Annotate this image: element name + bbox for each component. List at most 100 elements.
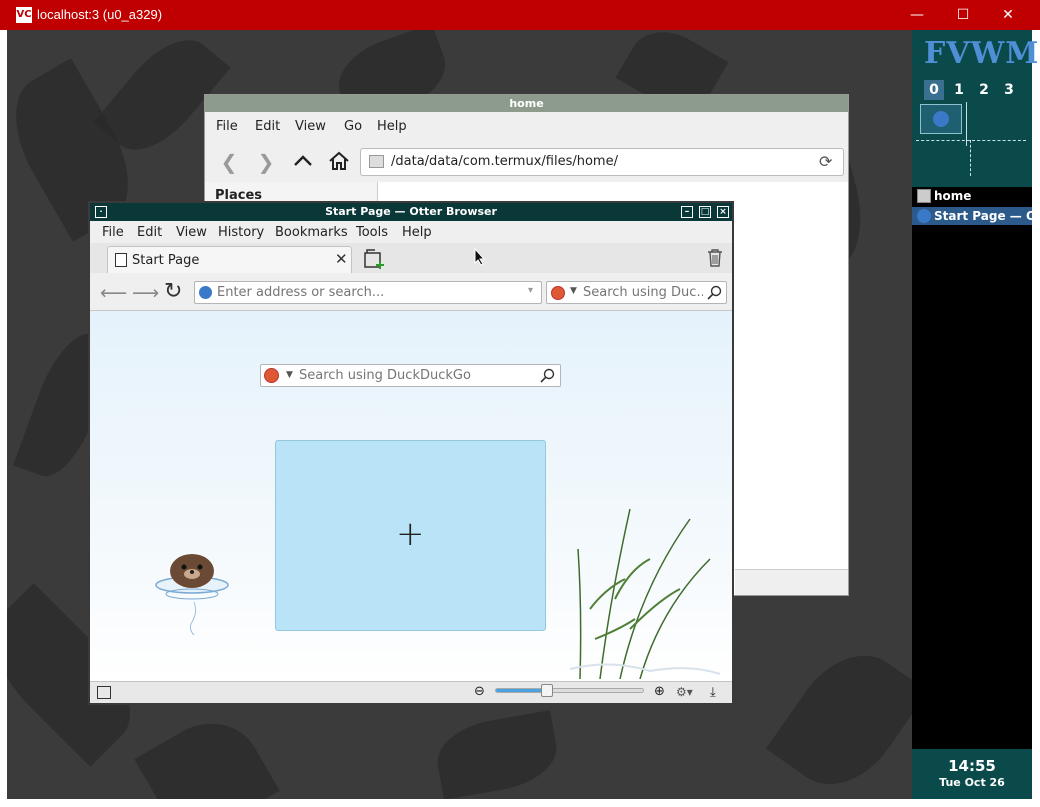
minimize-window-button[interactable]: – — [681, 206, 693, 218]
zoom-in-icon[interactable]: ⊕ — [654, 684, 665, 699]
window-list: home Start Page — Otter Browser — [912, 187, 1032, 767]
image-settings-icon[interactable]: ⚙▾ — [676, 685, 693, 699]
zoom-slider-handle[interactable] — [541, 684, 554, 697]
fvwm-panel: FVWM 0 1 2 3 home Start Page — Otter Bro… — [912, 30, 1038, 799]
vnc-title-bar: VC localhost:3 (u0_a329) — ☐ ✕ — [0, 0, 1040, 30]
desk-1-button[interactable]: 1 — [949, 80, 969, 100]
search-icon[interactable] — [540, 368, 555, 387]
fm-menu-edit[interactable]: Edit — [255, 119, 280, 134]
tab-start-page[interactable]: Start Page ✕ — [107, 246, 352, 273]
browser-title-bar[interactable]: · Start Page — Otter Browser – □ × — [90, 203, 732, 221]
clock-widget: 14:55 Tue Oct 26 — [912, 749, 1032, 799]
start-page-search[interactable]: ▼ — [260, 364, 561, 387]
fvwm-logo: FVWM — [924, 36, 1040, 71]
search-bar[interactable]: ▼ — [546, 281, 727, 304]
bottom-border — [0, 799, 1040, 807]
menu-tools[interactable]: Tools — [356, 225, 388, 240]
folder-icon — [369, 155, 384, 168]
reeds-decoration-icon — [569, 489, 730, 681]
start-page-content[interactable]: ▼ + — [90, 311, 732, 681]
menu-bookmarks[interactable]: Bookmarks — [275, 225, 348, 240]
home-icon[interactable] — [327, 150, 351, 174]
search-icon[interactable] — [707, 285, 722, 304]
task-label: home — [934, 189, 972, 203]
maximize-window-button[interactable]: □ — [699, 206, 711, 218]
fm-menu-file[interactable]: File — [216, 119, 238, 134]
task-home[interactable]: home — [912, 187, 1032, 205]
vnc-window-title: localhost:3 (u0_a329) — [37, 7, 163, 22]
address-bar[interactable]: ▾ — [194, 281, 542, 304]
minimize-button[interactable]: — — [907, 5, 927, 25]
add-speed-dial-tile[interactable]: + — [275, 440, 546, 631]
otter-icon — [917, 209, 931, 223]
address-input[interactable] — [217, 285, 517, 300]
menu-view[interactable]: View — [176, 225, 207, 240]
desktop-pager[interactable] — [916, 102, 1028, 184]
search-input[interactable] — [583, 285, 703, 300]
back-icon[interactable]: ❮ — [217, 150, 241, 174]
reload-icon[interactable]: ⟳ — [819, 152, 832, 171]
fm-menu-go[interactable]: Go — [344, 119, 362, 134]
folder-icon — [917, 189, 931, 203]
right-border — [1032, 30, 1040, 807]
desk-2-button[interactable]: 2 — [974, 80, 994, 100]
trash-icon[interactable] — [705, 248, 725, 268]
clock-time: 14:55 — [948, 757, 996, 775]
close-button[interactable]: ✕ — [998, 5, 1018, 25]
task-otter-browser[interactable]: Start Page — Otter Browser — [912, 207, 1032, 225]
start-search-input[interactable] — [299, 368, 529, 383]
globe-icon — [199, 286, 212, 299]
close-window-button[interactable]: × — [717, 206, 729, 218]
search-engine-dropdown-icon[interactable]: ▼ — [570, 286, 577, 296]
fm-menu-view[interactable]: View — [295, 119, 326, 134]
window-menu-button[interactable]: · — [95, 206, 107, 218]
task-label: Start Page — Otter Browser — [934, 209, 1032, 223]
left-border — [0, 30, 7, 807]
file-manager-title: home — [509, 97, 544, 110]
new-tab-icon[interactable] — [363, 248, 384, 269]
otter-browser-window[interactable]: · Start Page — Otter Browser – □ × File … — [88, 201, 734, 705]
desk-0-button[interactable]: 0 — [924, 80, 944, 100]
search-engine-dropdown-icon[interactable]: ▼ — [286, 370, 293, 380]
pager-grid-line — [916, 140, 1026, 141]
tab-label: Start Page — [132, 253, 200, 268]
plus-icon: + — [396, 514, 425, 554]
menu-edit[interactable]: Edit — [137, 225, 162, 240]
duckduckgo-icon — [551, 286, 565, 300]
desk-3-button[interactable]: 3 — [999, 80, 1019, 100]
page-icon — [115, 253, 127, 267]
back-button-icon[interactable]: ⟵ — [100, 282, 127, 304]
pager-grid-line — [970, 140, 971, 176]
otter-icon — [933, 111, 949, 127]
close-tab-icon[interactable]: ✕ — [335, 250, 348, 268]
path-bar[interactable]: /data/data/com.termux/files/home/ ⟳ — [360, 148, 844, 176]
vnc-logo-icon: VC — [16, 7, 32, 23]
clock-date: Tue Oct 26 — [939, 776, 1005, 789]
file-manager-title-bar[interactable]: home — [205, 95, 848, 112]
forward-button-icon[interactable]: ⟶ — [132, 282, 159, 304]
fm-menu-help[interactable]: Help — [377, 119, 407, 134]
path-text: /data/data/com.termux/files/home/ — [391, 154, 618, 169]
zoom-slider[interactable] — [495, 684, 644, 697]
up-icon[interactable] — [291, 150, 315, 174]
zoom-out-icon[interactable]: ⊖ — [474, 684, 485, 699]
pager-window-thumb[interactable] — [920, 104, 962, 134]
otter-mascot-icon — [154, 547, 234, 641]
reload-button-icon[interactable]: ↻ — [164, 279, 182, 304]
navigation-toolbar: ⟵ ⟶ ↻ ▾ ▼ — [90, 273, 732, 311]
menu-history[interactable]: History — [218, 225, 264, 240]
panel-top: FVWM 0 1 2 3 — [912, 30, 1038, 187]
menu-file[interactable]: File — [102, 225, 124, 240]
downloads-icon[interactable]: ⤓ — [710, 685, 716, 700]
address-dropdown-icon[interactable]: ▾ — [528, 285, 533, 296]
sidebar-toggle-icon[interactable] — [97, 686, 111, 699]
browser-window-title: Start Page — Otter Browser — [325, 205, 497, 218]
browser-statusbar: ⊖ ⊕ ⚙▾ ⤓ — [90, 681, 732, 703]
forward-icon[interactable]: ❯ — [254, 150, 278, 174]
file-manager-toolbar: ❮ ❯ /data/data/com.termux/files/home/ ⟳ — [205, 142, 848, 182]
zoom-slider-fill — [496, 689, 548, 692]
tab-bar: Start Page ✕ — [90, 243, 732, 273]
menu-help[interactable]: Help — [402, 225, 432, 240]
maximize-button[interactable]: ☐ — [953, 5, 973, 25]
browser-menubar: File Edit View History Bookmarks Tools H… — [90, 221, 732, 243]
